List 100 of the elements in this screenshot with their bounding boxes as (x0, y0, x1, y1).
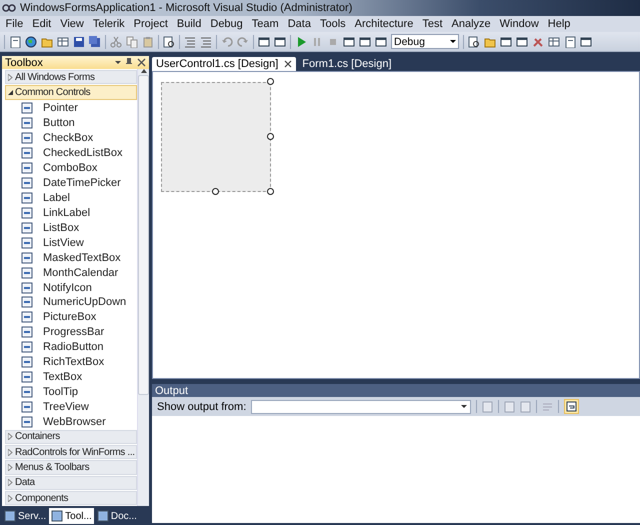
menu-item[interactable]: Build (172, 18, 206, 30)
close-icon[interactable] (284, 60, 292, 68)
window-title: WindowsFormsApplication1 - Microsoft Visual Studio (Administrator) (20, 2, 352, 14)
toolbox-group[interactable]: Containers (5, 430, 137, 444)
window-icon[interactable] (580, 36, 592, 48)
panel-tab[interactable]: Doc... (94, 508, 139, 524)
toolbox-group[interactable]: Menus & Toolbars (5, 460, 137, 475)
scroll-bar[interactable] (137, 69, 149, 506)
window-icon[interactable] (274, 36, 286, 48)
copy-icon[interactable] (126, 36, 138, 48)
new-project-icon[interactable] (9, 36, 21, 48)
scroll-thumb[interactable] (138, 75, 149, 395)
toolbox-item[interactable]: MaskedTextBox (5, 250, 137, 266)
control-icon (21, 146, 33, 159)
item-label: ToolTip (43, 386, 78, 398)
toolbox-group[interactable]: Components (5, 490, 137, 506)
menu-item[interactable]: Help (543, 18, 575, 30)
menu-item[interactable]: View (56, 18, 88, 30)
pin-icon[interactable] (125, 58, 133, 67)
user-control-drawing[interactable] (159, 78, 276, 195)
toolbox-item[interactable]: ComboBox (5, 160, 137, 176)
toolbox-item[interactable]: Button (5, 116, 137, 131)
toolbox-item[interactable]: MonthCalendar (5, 265, 137, 280)
close-icon[interactable] (137, 58, 146, 67)
menu-item[interactable]: Project (129, 18, 172, 30)
toolbox-item[interactable]: LinkLabel (5, 205, 137, 220)
find-icon[interactable] (468, 36, 480, 48)
configuration-dropdown[interactable]: Debug (391, 34, 459, 49)
toolbox-group[interactable]: All Windows Forms (5, 70, 137, 84)
panel-tab[interactable]: Tool... (49, 508, 94, 524)
folder-icon[interactable] (41, 36, 53, 48)
toolbox-item[interactable]: NumericUpDown (5, 295, 137, 310)
panel-tab[interactable]: Serv... (2, 508, 48, 524)
toolbox-item[interactable]: ListBox (5, 220, 137, 236)
toolbox-item[interactable]: Pointer (5, 100, 137, 116)
document-tab[interactable]: Form1.cs [Design] (298, 57, 396, 71)
folder-icon[interactable] (484, 36, 496, 48)
cut-icon[interactable] (110, 36, 122, 48)
collapsed-icon[interactable] (8, 479, 13, 486)
toolbox-item[interactable]: ListView (5, 235, 137, 250)
toolbox-item[interactable]: CheckBox (5, 130, 137, 146)
item-label: CheckedListBox (43, 146, 122, 159)
item-label: RadioButton (43, 341, 104, 354)
toolbox-item[interactable]: ToolTip (5, 384, 137, 400)
menu-item[interactable]: Telerik (88, 18, 130, 30)
grid-icon[interactable] (548, 36, 560, 48)
field-label: Show output from: (157, 400, 246, 412)
toolbox-item[interactable]: DateTimePicker (5, 175, 137, 190)
item-label: TextBox (43, 371, 82, 384)
control-icon (21, 371, 33, 384)
uncomment-icon[interactable] (200, 36, 212, 48)
window-icon[interactable] (359, 36, 371, 48)
toolbox-item[interactable]: CheckedListBox (5, 145, 137, 160)
window-icon[interactable] (258, 36, 270, 48)
word-wrap-button[interactable] (564, 399, 580, 414)
document-icon[interactable] (564, 36, 576, 48)
toolbox-item[interactable]: PictureBox (5, 310, 137, 325)
toolbox-item[interactable]: ProgressBar (5, 324, 137, 340)
menu-item[interactable]: Architecture (350, 18, 418, 30)
menu-item[interactable]: Test (418, 18, 448, 30)
collapsed-icon[interactable] (8, 494, 13, 502)
menu-item[interactable]: Window (495, 18, 544, 30)
menu-item[interactable]: Data (283, 18, 316, 30)
toolbox-group[interactable]: Common Controls (5, 85, 137, 100)
tab-label: Tool... (65, 510, 92, 522)
expanded-icon[interactable] (8, 90, 13, 95)
window-icon[interactable] (500, 36, 512, 48)
menu-item[interactable]: Team (247, 18, 284, 30)
toolbox-item[interactable]: WebBrowser (5, 414, 137, 430)
toolbox-item[interactable]: NotifyIcon (5, 280, 137, 296)
toolbox-group[interactable]: Data (5, 476, 137, 490)
window-icon[interactable] (516, 36, 528, 48)
toolbox-item[interactable]: RadioButton (5, 340, 137, 355)
toolbox-item[interactable]: TextBox (5, 370, 137, 385)
window-icon[interactable] (375, 36, 387, 48)
find-icon[interactable] (163, 36, 175, 48)
document-tab[interactable]: UserControl1.cs [Design] (152, 57, 296, 71)
menu-item[interactable]: Analyze (447, 18, 496, 30)
collapsed-icon[interactable] (8, 433, 13, 440)
toolbox-group[interactable]: RadControls for WinForms ... (5, 444, 137, 460)
group-label: Components (15, 492, 68, 504)
save-icon[interactable] (73, 36, 85, 48)
toolbox-item[interactable]: Label (5, 190, 137, 206)
toolbox-item[interactable]: RichTextBox (5, 354, 137, 370)
comment-icon[interactable] (184, 36, 196, 48)
window-icon[interactable] (343, 36, 355, 48)
menu-item[interactable]: Edit (28, 18, 56, 30)
control-icon (21, 117, 33, 130)
start-icon[interactable] (295, 36, 307, 48)
dropdown-icon[interactable] (115, 61, 121, 64)
toolbox-item[interactable]: TreeView (5, 400, 137, 415)
grid-icon[interactable] (57, 36, 69, 48)
output-source-dropdown[interactable] (251, 400, 472, 414)
save-all-icon[interactable] (89, 36, 101, 48)
control-icon (21, 311, 33, 324)
menu-item[interactable]: File (1, 18, 28, 30)
globe-icon[interactable] (25, 36, 37, 48)
menu-item[interactable]: Tools (315, 18, 350, 30)
collapsed-icon[interactable] (8, 74, 13, 81)
menu-item[interactable]: Debug (206, 18, 248, 30)
